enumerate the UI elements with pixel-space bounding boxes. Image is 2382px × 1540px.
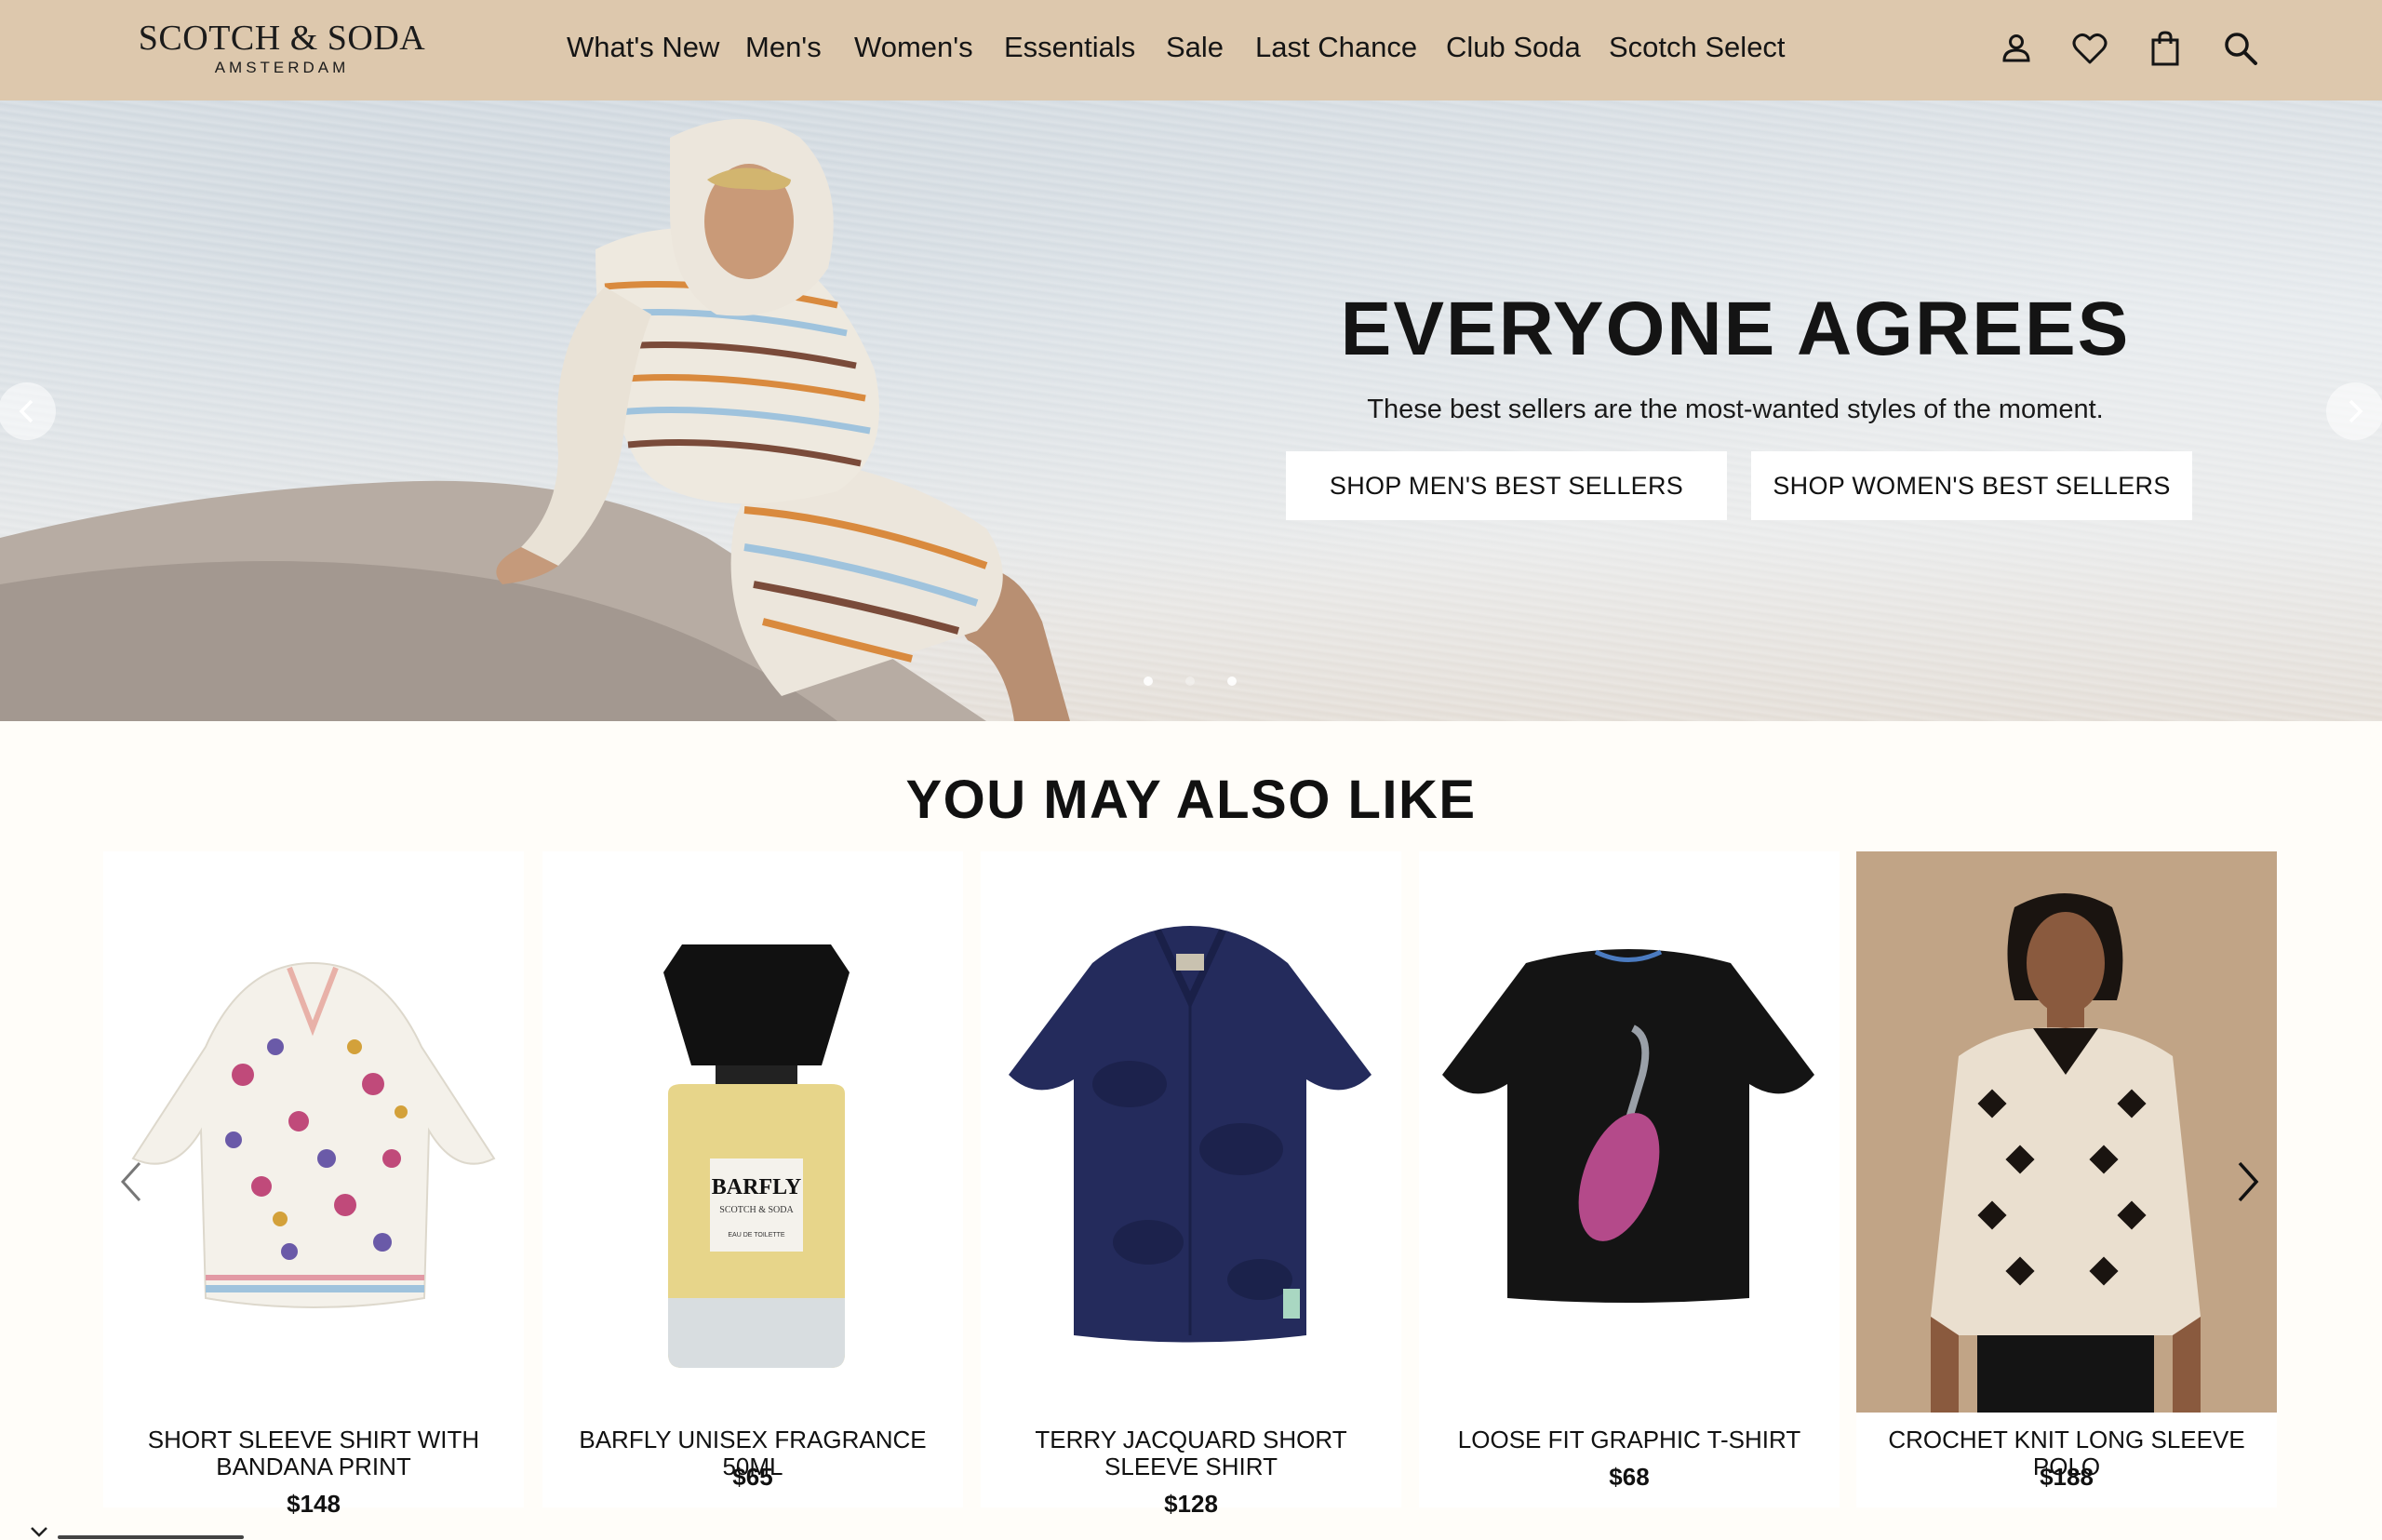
product-card[interactable]: LOOSE FIT GRAPHIC T-SHIRT $68 [1419,851,1840,1507]
product-card[interactable]: CROCHET KNIT LONG SLEEVE POLO $188 [1856,851,2277,1507]
product-card[interactable]: SHORT SLEEVE SHIRT WITH BANDANA PRINT $1… [103,851,524,1518]
nav-item-mens[interactable]: Men's [745,29,822,66]
chevron-down-icon[interactable] [28,1524,50,1539]
product-price: $128 [1164,1490,1218,1518]
nav-item-scotch-select[interactable]: Scotch Select [1609,29,1786,66]
hero-prev-button[interactable] [0,382,56,440]
recommendations-prev-button[interactable] [114,1154,151,1210]
chevron-left-icon [120,1161,141,1202]
bottle-label-title: BARFLY [712,1175,801,1199]
product-name[interactable]: SHORT SLEEVE SHIRT WITH BANDANA PRINT [113,1426,515,1480]
product-image-fragrance-bottle[interactable]: BARFLY SCOTCH & SODA EAU DE TOILETTE [542,851,963,1413]
chevron-left-icon [19,399,33,423]
hero-subtitle: These best sellers are the most-wanted s… [1367,395,2104,424]
search-icon[interactable] [2220,28,2261,69]
product-price: $68 [1609,1463,1650,1491]
product-image-model-crochet-polo[interactable] [1856,851,2277,1413]
nav-item-whats-new[interactable]: What's New [567,29,719,66]
product-price: $148 [287,1490,341,1518]
hero-next-button[interactable] [2326,382,2382,440]
product-image-printed-shirt[interactable] [103,851,524,1413]
account-icon[interactable] [1996,28,2037,69]
bottle-label-type: EAU DE TOILETTE [728,1232,785,1239]
product-image-black-tshirt[interactable] [1419,851,1840,1413]
nav-item-club-soda[interactable]: Club Soda [1446,29,1581,66]
nav-item-sale[interactable]: Sale [1166,29,1224,66]
recommendations-title: YOU MAY ALSO LIKE [905,770,1477,830]
carousel-dot-1[interactable] [1144,676,1153,686]
hero-model-image [0,119,1070,721]
shopping-bag-icon[interactable] [2145,28,2186,69]
chevron-right-icon [2238,1161,2259,1202]
wishlist-heart-icon[interactable] [2069,28,2110,69]
nav-item-essentials[interactable]: Essentials [1004,29,1135,66]
shop-womens-best-sellers-button[interactable]: SHOP WOMEN'S BEST SELLERS [1751,451,2192,520]
hero-title: EVERYONE AGREES [1340,287,2131,371]
bottom-drawer-handle[interactable] [58,1535,244,1539]
hero-banner: EVERYONE AGREES These best sellers are t… [0,100,2382,721]
product-name[interactable]: LOOSE FIT GRAPHIC T-SHIRT [1428,1426,1830,1453]
product-image-navy-shirt[interactable] [981,851,1401,1413]
carousel-dot-2[interactable] [1185,676,1195,686]
shop-mens-best-sellers-button[interactable]: SHOP MEN'S BEST SELLERS [1286,451,1727,520]
product-name[interactable]: TERRY JACQUARD SHORT SLEEVE SHIRT [990,1426,1392,1480]
product-price: $65 [732,1463,773,1491]
bottle-label-brand: SCOTCH & SODA [719,1205,794,1215]
product-card[interactable]: TERRY JACQUARD SHORT SLEEVE SHIRT $128 [981,851,1401,1518]
site-header: SCOTCH & SODA AMSTERDAM What's New Men's… [0,0,2382,100]
recommendations-next-button[interactable] [2228,1154,2266,1210]
chevron-right-icon [2349,399,2363,423]
product-price: $188 [2040,1463,2094,1491]
nav-item-womens[interactable]: Women's [854,29,973,66]
nav-item-last-chance[interactable]: Last Chance [1255,29,1417,66]
carousel-dot-3[interactable] [1227,676,1237,686]
product-card[interactable]: BARFLY SCOTCH & SODA EAU DE TOILETTE BAR… [542,851,963,1507]
